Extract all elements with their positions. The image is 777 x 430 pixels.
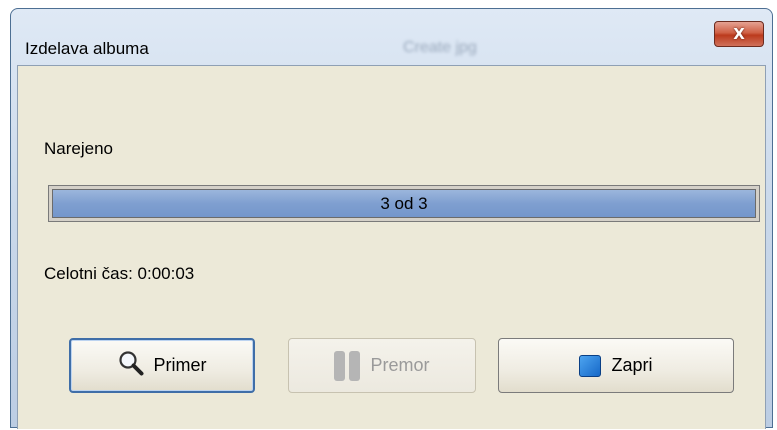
preview-button-label: Primer xyxy=(153,355,207,375)
preview-button[interactable]: Primer xyxy=(69,338,255,393)
total-time-label: Celotni čas: 0:00:03 xyxy=(44,264,195,283)
dialog-content: Narejeno 3 od 3 Celotni čas: 0:00:03 Pri… xyxy=(17,65,766,429)
progress-text: 3 od 3 xyxy=(380,193,428,213)
window-title: Izdelava albuma xyxy=(25,39,149,58)
pause-button-label: Premor xyxy=(370,355,430,375)
stop-icon xyxy=(579,354,602,377)
done-label: Narejeno xyxy=(44,139,113,158)
close-dialog-button[interactable]: Zapri xyxy=(498,338,734,393)
magnifier-icon xyxy=(118,350,144,381)
background-window-title: Create jpg xyxy=(403,39,477,56)
progress-track: 3 od 3 xyxy=(52,189,756,218)
window-close-button[interactable]: X xyxy=(714,21,764,47)
close-dialog-button-label: Zapri xyxy=(611,355,653,375)
close-icon: X xyxy=(733,24,745,43)
title-bar[interactable]: Izdelava albuma Create jpg X xyxy=(11,9,772,65)
progress-bar: 3 od 3 xyxy=(48,185,760,222)
album-creation-dialog: Izdelava albuma Create jpg X Narejeno 3 … xyxy=(10,8,773,429)
pause-button[interactable]: Premor xyxy=(288,338,476,393)
pause-icon xyxy=(334,350,361,381)
